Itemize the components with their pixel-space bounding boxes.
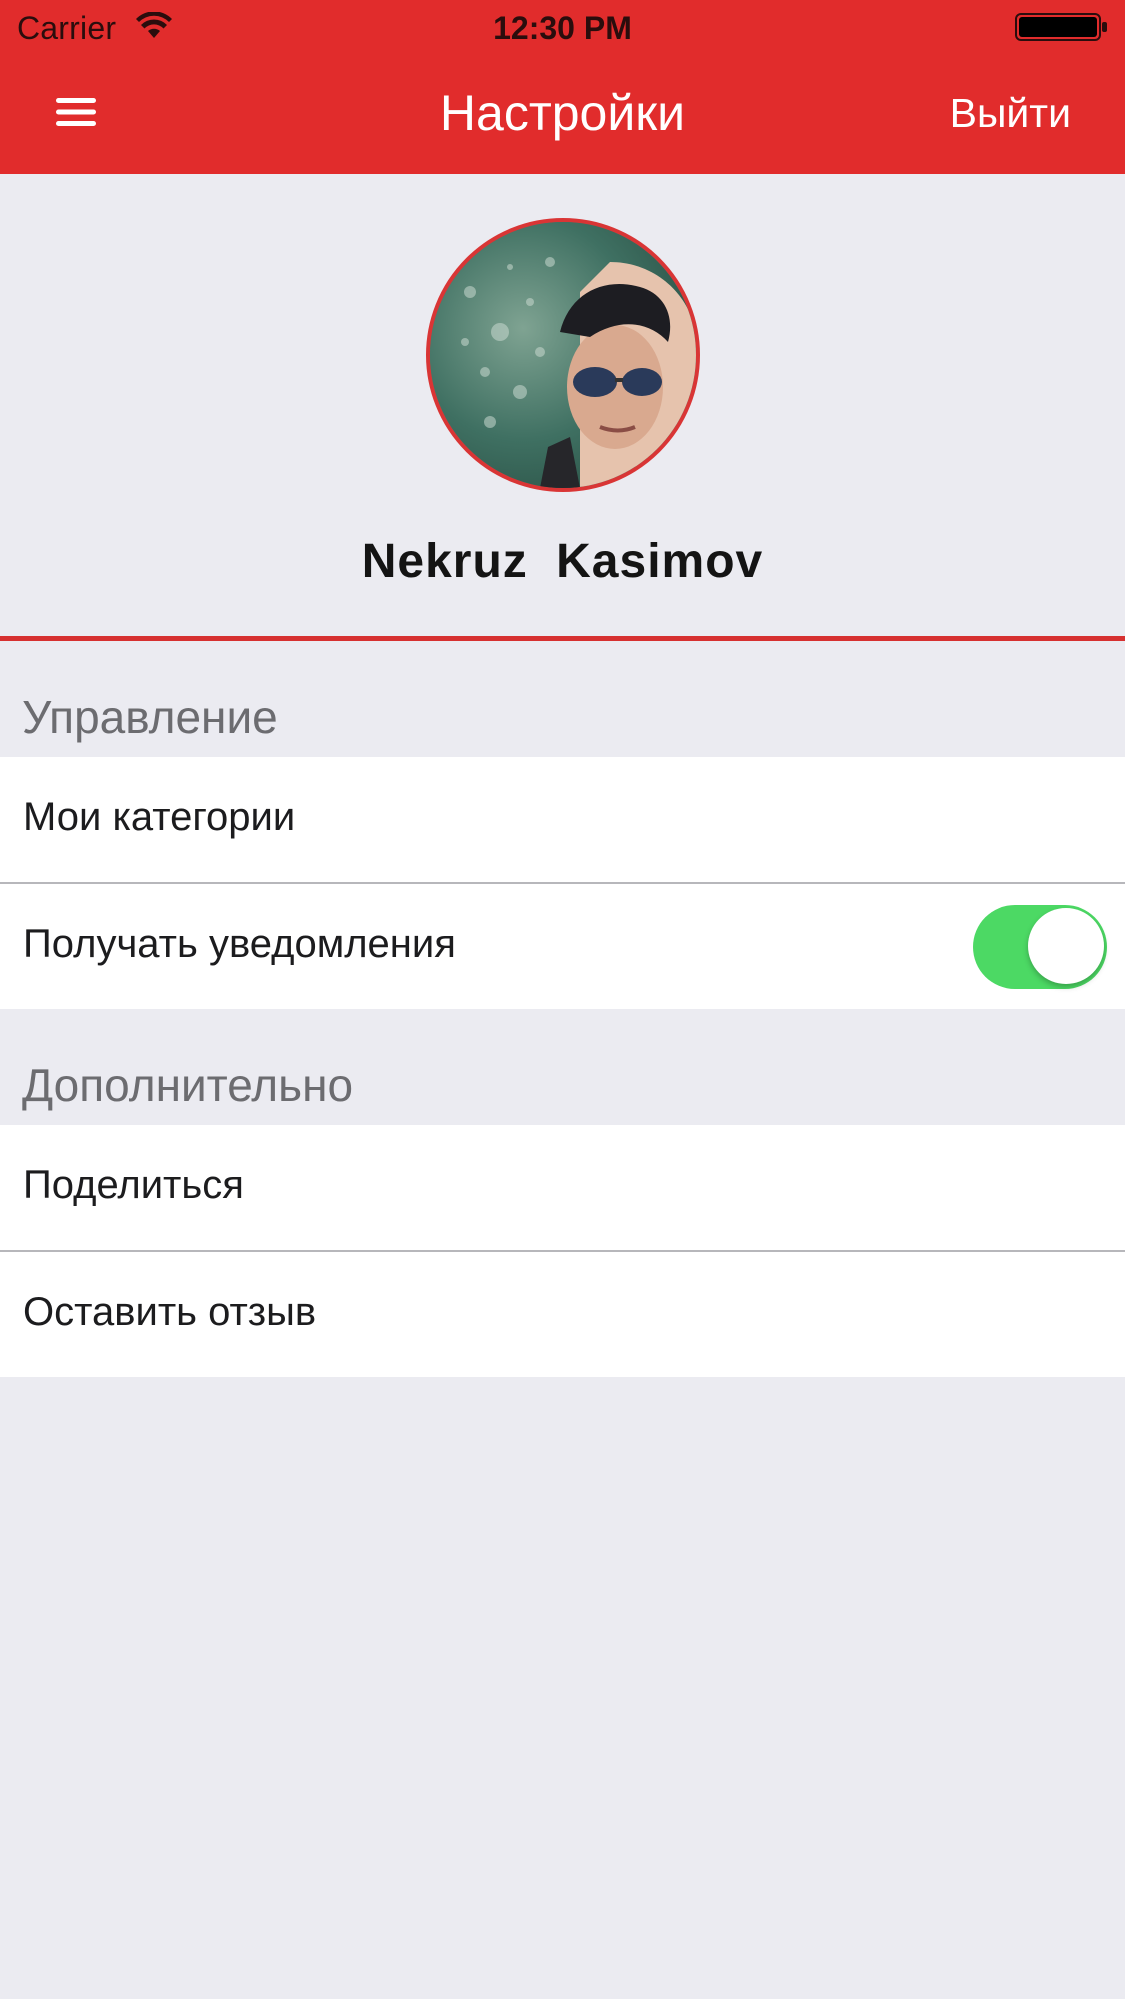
list-item-notifications: Получать уведомления (0, 884, 1125, 1009)
top-bar: Carrier 12:30 PM Настройки Выйти (0, 0, 1125, 174)
section-title: Управление (22, 691, 278, 743)
list-item-label: Поделиться (23, 1163, 244, 1207)
list-item-label: Мои категории (23, 795, 296, 839)
list-item-share[interactable]: Поделиться (0, 1125, 1125, 1250)
notifications-toggle[interactable] (973, 905, 1107, 989)
navigation-bar: Настройки Выйти (0, 56, 1125, 174)
status-bar: Carrier 12:30 PM (0, 0, 1125, 56)
avatar-photo (430, 222, 696, 488)
battery-full-icon (1015, 13, 1107, 41)
section-title: Дополнительно (22, 1059, 354, 1111)
list-item-label: Оставить отзыв (23, 1290, 317, 1334)
list-item-my-categories[interactable]: Мои категории (0, 757, 1125, 882)
toggle-knob (1028, 908, 1104, 984)
clock: 12:30 PM (493, 10, 632, 46)
list-item-label: Получать уведомления (23, 922, 456, 966)
profile-header: Nekruz Kasimov (0, 174, 1125, 641)
user-name: Nekruz Kasimov (361, 535, 764, 588)
list-item-feedback[interactable]: Оставить отзыв (0, 1252, 1125, 1377)
logout-button[interactable]: Выйти (950, 90, 1071, 137)
avatar[interactable] (426, 218, 700, 492)
